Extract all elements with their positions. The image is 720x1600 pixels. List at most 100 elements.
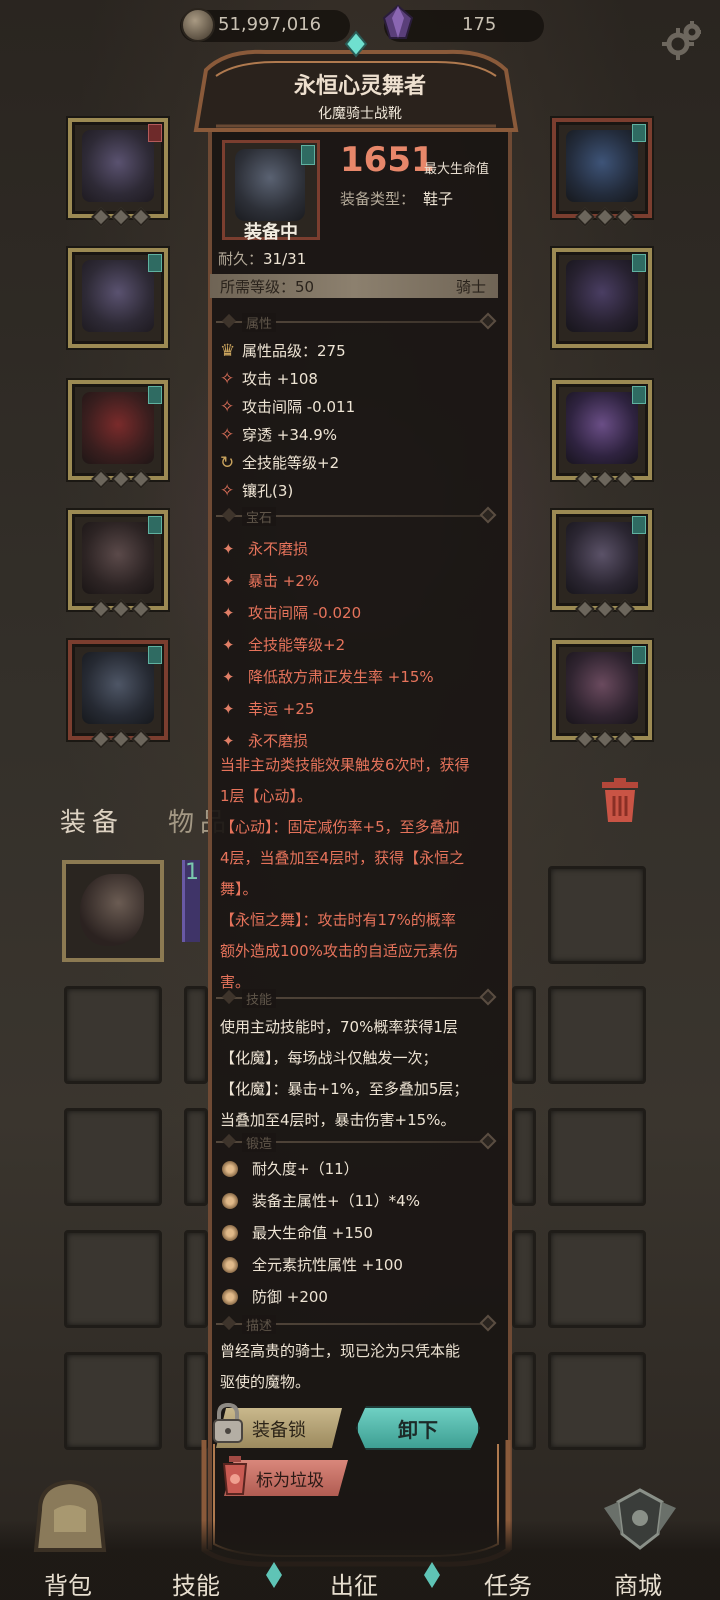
boots-icon: [82, 652, 154, 724]
nav-shop[interactable]: 商城: [614, 1566, 662, 1600]
equip-slot-weapon[interactable]: [552, 510, 652, 619]
equip-slot-amulet[interactable]: [552, 118, 652, 227]
gear-icon[interactable]: [656, 18, 704, 66]
padlock-icon: [213, 1402, 243, 1443]
equip-slot-helmet[interactable]: [68, 118, 168, 227]
item-subtitle: 化魔骑士战靴: [318, 106, 402, 122]
bag-slot[interactable]: [64, 1230, 162, 1328]
nav-quests[interactable]: 任务: [484, 1566, 532, 1600]
description-text: 曾经高贵的骑士，现已沦为只凭本能 驱使的魔物。: [220, 1342, 461, 1391]
section-title: 锻造: [242, 1133, 277, 1152]
pants-icon: [82, 522, 154, 594]
slot-flag-icon: [632, 124, 646, 142]
sparkle-icon: ✧: [220, 481, 235, 501]
section-attributes: 属性: [216, 312, 497, 332]
bag-slot[interactable]: [548, 866, 646, 964]
bag-slot[interactable]: [184, 986, 208, 1084]
main-stat-label: 最大生命值: [424, 162, 490, 177]
cape-icon: [566, 260, 638, 332]
gem-sockets: [575, 599, 635, 619]
gem-attribute-row: ✦ 幸运 +25: [222, 700, 315, 718]
star-icon: ✦: [222, 636, 235, 654]
lantern-icon: [222, 1456, 248, 1495]
slot-flag-icon: [148, 646, 162, 664]
star-icon: ✦: [222, 668, 235, 686]
bag-slot[interactable]: [512, 1230, 536, 1328]
equip-slot-pants[interactable]: [68, 510, 168, 619]
helmet-icon: [82, 130, 154, 202]
gem-attribute-row: ✦ 永不磨损: [222, 540, 309, 558]
bag-slot[interactable]: [512, 986, 536, 1084]
durability-label: 耐久：: [218, 250, 264, 268]
orb-icon: [222, 1257, 238, 1273]
bag-slot[interactable]: [512, 1352, 536, 1450]
bag-slot[interactable]: [184, 1230, 208, 1328]
unequip-label: 卸下: [398, 1418, 438, 1442]
nav-backpack[interactable]: 背包: [44, 1566, 92, 1600]
cycle-icon: ↻: [220, 453, 235, 473]
bag-item-partial[interactable]: 1: [182, 860, 200, 942]
forge-row: 全元素抗性属性 +100: [222, 1254, 403, 1275]
nav-skills[interactable]: 技能: [172, 1566, 220, 1600]
forge-row: 防御 +200: [222, 1286, 328, 1307]
nav-expedition[interactable]: 出征: [330, 1566, 378, 1600]
attribute-row: ✧ 攻击 +108: [220, 369, 318, 389]
bag-slot[interactable]: [548, 1352, 646, 1450]
skill-text: 使用主动技能时，70%概率获得1层 【化魔】，每场战斗仅触发一次； 【化魔】：暴…: [220, 1018, 469, 1129]
bag-slot[interactable]: [64, 1108, 162, 1206]
type-label: 装备类型：: [340, 190, 416, 208]
equip-slot-cape[interactable]: [552, 248, 652, 348]
equip-slot-armor[interactable]: [68, 248, 168, 348]
slot-flag-icon: [301, 145, 315, 165]
gem-attribute-row: ✦ 降低敌方肃正发生率 +15%: [222, 668, 434, 686]
equip-slot-gloves[interactable]: [68, 380, 168, 489]
amulet-icon: [566, 130, 638, 202]
gloves-icon: [82, 392, 154, 464]
bag-slot[interactable]: [64, 1352, 162, 1450]
backpack-icon[interactable]: [24, 1470, 116, 1562]
attribute-row: ✧ 穿透 +34.9%: [220, 425, 337, 445]
sparkle-icon: ✧: [220, 397, 235, 417]
sparkle-icon: ✧: [220, 369, 235, 389]
section-title: 属性: [242, 313, 277, 332]
bag-slot[interactable]: [548, 1108, 646, 1206]
forge-row: 最大生命值 +150: [222, 1222, 373, 1243]
gem-sockets: [91, 207, 151, 227]
equip-slot-boots[interactable]: [68, 640, 168, 749]
orb-icon: [222, 1193, 238, 1209]
slot-flag-icon: [632, 254, 646, 272]
star-icon: ✦: [222, 572, 235, 590]
star-icon: ✦: [222, 700, 235, 718]
orb-icon: [222, 1161, 238, 1177]
shop-emblem-icon[interactable]: [600, 1484, 680, 1556]
gem-attribute-row: ✦ 攻击间隔 -0.020: [222, 604, 362, 622]
trash-icon[interactable]: [598, 776, 642, 826]
star-icon: ✦: [222, 604, 235, 622]
bag-slot[interactable]: [184, 1108, 208, 1206]
equip-slot-shield[interactable]: [552, 640, 652, 749]
bag-slot[interactable]: [64, 986, 162, 1084]
section-title: 描述: [242, 1315, 277, 1334]
section-skills: 技能: [216, 988, 497, 1008]
slot-flag-icon: [148, 386, 162, 404]
durability-value: 31/31: [263, 250, 307, 268]
bag-slot[interactable]: [548, 986, 646, 1084]
tab-equipment[interactable]: 装备: [60, 802, 124, 839]
slot-flag-icon: [148, 254, 162, 272]
slot-flag-icon: [632, 516, 646, 534]
bag-slot[interactable]: [548, 1230, 646, 1328]
bag-slot[interactable]: [184, 1352, 208, 1450]
dragon-icon: [566, 392, 638, 464]
equipment-type: 装备类型： 鞋子: [340, 188, 453, 209]
gem-sockets: [575, 207, 635, 227]
section-forging: 锻造: [216, 1132, 497, 1152]
durability: 耐久：31/31: [218, 248, 306, 269]
gem-sockets: [91, 729, 151, 749]
bag-item-weapon[interactable]: [62, 860, 164, 962]
equip-slot-mount[interactable]: [552, 380, 652, 489]
attribute-row: ✧ 攻击间隔 -0.011: [220, 397, 356, 417]
bag-slot[interactable]: [512, 1108, 536, 1206]
item-name: 永恒心灵舞者: [293, 74, 426, 99]
orb-icon: [222, 1289, 238, 1305]
equipment-lock-label: 装备锁: [252, 1420, 306, 1441]
